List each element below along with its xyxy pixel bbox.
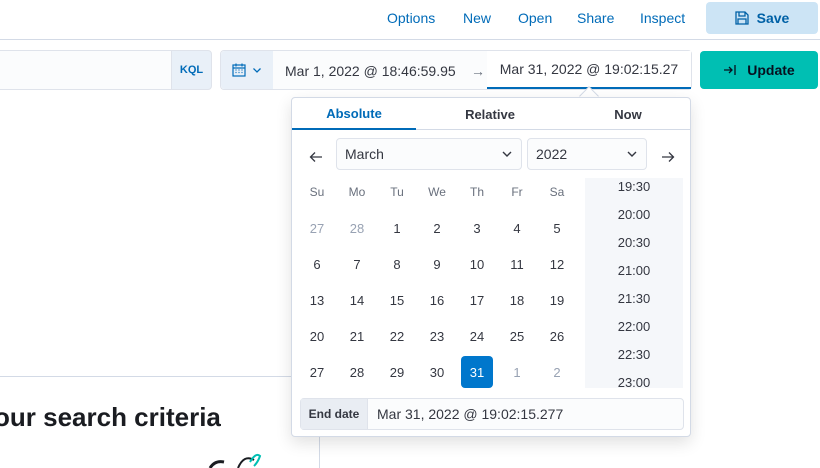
empty-state-title: our search criteria	[0, 402, 221, 432]
arrow-right-icon: →	[471, 63, 485, 79]
previous-month-button[interactable]	[304, 145, 328, 169]
calendar-day[interactable]: 21	[341, 320, 373, 352]
calendar-day[interactable]: 20	[301, 320, 333, 352]
inspect-link[interactable]: Inspect	[640, 10, 685, 26]
time-option[interactable]: 22:00	[585, 312, 683, 340]
illustration-icon	[208, 453, 262, 468]
weekday-label: Su	[309, 185, 325, 199]
calendar-day[interactable]: 24	[461, 320, 493, 352]
update-button[interactable]: Update	[700, 51, 818, 89]
calendar-day[interactable]: 26	[541, 320, 573, 352]
end-date-input[interactable]: Mar 31, 2022 @ 19:02:15.277	[377, 406, 563, 422]
tab-now[interactable]: Now	[566, 98, 690, 130]
calendar-day[interactable]: 4	[501, 212, 533, 244]
weekday-label: Mo	[348, 185, 366, 199]
calendar-icon	[232, 63, 246, 77]
end-date-button[interactable]: Mar 31, 2022 @ 19:02:15.27	[487, 51, 691, 89]
time-option[interactable]: 19:30	[585, 178, 683, 200]
year-select[interactable]: 2022	[527, 138, 647, 170]
update-label: Update	[747, 62, 795, 78]
save-button[interactable]: Save	[706, 2, 818, 34]
date-picker: Mar 1, 2022 @ 18:46:59.95 → Mar 31, 2022…	[220, 50, 692, 90]
share-link[interactable]: Share	[577, 10, 614, 26]
query-input[interactable]	[0, 50, 171, 90]
calendar-day[interactable]: 10	[461, 248, 493, 280]
time-option[interactable]: 20:00	[585, 200, 683, 228]
new-link[interactable]: New	[463, 10, 491, 26]
calendar-day[interactable]: 8	[381, 248, 413, 280]
time-option[interactable]: 21:00	[585, 256, 683, 284]
weekday-label: Th	[469, 185, 484, 199]
next-month-button[interactable]	[656, 145, 680, 169]
quick-menu-button[interactable]	[221, 51, 273, 89]
calendar-day-selected[interactable]: 31	[461, 356, 493, 388]
tab-relative[interactable]: Relative	[428, 98, 552, 130]
calendar-day[interactable]: 27	[301, 212, 333, 244]
chevron-down-icon	[253, 68, 261, 73]
calendar-day[interactable]: 30	[421, 356, 453, 388]
calendar-day[interactable]: 6	[301, 248, 333, 280]
query-language-button[interactable]: KQL	[171, 50, 212, 90]
calendar-day[interactable]: 23	[421, 320, 453, 352]
arrow-left-icon	[309, 152, 322, 162]
calendar-day[interactable]: 12	[541, 248, 573, 280]
top-nav-bar: Options New Open Share Inspect Save	[0, 0, 820, 40]
calendar-day[interactable]: 1	[381, 212, 413, 244]
calendar-day[interactable]: 18	[501, 284, 533, 316]
options-link[interactable]: Options	[387, 10, 435, 26]
save-label: Save	[756, 10, 790, 26]
save-icon	[734, 11, 749, 25]
calendar-day[interactable]: 3	[461, 212, 493, 244]
weekday-label: Tu	[390, 185, 404, 199]
time-list[interactable]: 19:30 20:00 20:30 21:00 21:30 22:00 22:3…	[585, 178, 683, 388]
calendar-day[interactable]: 22	[381, 320, 413, 352]
calendar-day[interactable]: 2	[541, 356, 573, 388]
chevron-down-icon	[627, 151, 637, 157]
calendar-day[interactable]: 16	[421, 284, 453, 316]
weekday-label: We	[428, 185, 446, 199]
month-select[interactable]: March	[336, 138, 522, 170]
date-tabs: Absolute Relative Now	[292, 98, 690, 130]
start-date-button[interactable]: Mar 1, 2022 @ 18:46:59.95	[285, 63, 456, 79]
chevron-down-icon	[502, 151, 512, 157]
time-option[interactable]: 21:30	[585, 284, 683, 312]
date-popover: Absolute Relative Now March 2022 Su Mo T…	[291, 97, 691, 437]
calendar-day[interactable]: 7	[341, 248, 373, 280]
calendar-day[interactable]: 1	[501, 356, 533, 388]
end-date-field[interactable]: End date Mar 31, 2022 @ 19:02:15.277	[300, 398, 684, 430]
tab-absolute[interactable]: Absolute	[292, 98, 416, 130]
calendar-day[interactable]: 19	[541, 284, 573, 316]
calendar-day[interactable]: 5	[541, 212, 573, 244]
time-option[interactable]: 22:30	[585, 340, 683, 368]
time-option[interactable]: 20:30	[585, 228, 683, 256]
end-date-label: End date	[301, 399, 368, 429]
calendar-day[interactable]: 2	[421, 212, 453, 244]
calendar-day[interactable]: 17	[461, 284, 493, 316]
arrow-right-icon	[662, 152, 675, 162]
calendar-day[interactable]: 27	[301, 356, 333, 388]
weekday-label: Fr	[511, 185, 523, 199]
calendar-day[interactable]: 28	[341, 212, 373, 244]
calendar-day[interactable]: 14	[341, 284, 373, 316]
calendar-day[interactable]: 9	[421, 248, 453, 280]
calendar-day[interactable]: 29	[381, 356, 413, 388]
time-option[interactable]: 23:00	[585, 368, 683, 389]
calendar-day[interactable]: 13	[301, 284, 333, 316]
open-link[interactable]: Open	[518, 10, 552, 26]
calendar-day[interactable]: 28	[341, 356, 373, 388]
refresh-icon	[724, 65, 736, 75]
weekday-label: Sa	[549, 185, 565, 199]
month-value: March	[345, 146, 384, 162]
calendar-day[interactable]: 25	[501, 320, 533, 352]
calendar-day[interactable]: 11	[501, 248, 533, 280]
year-value: 2022	[536, 146, 568, 162]
calendar-day[interactable]: 15	[381, 284, 413, 316]
